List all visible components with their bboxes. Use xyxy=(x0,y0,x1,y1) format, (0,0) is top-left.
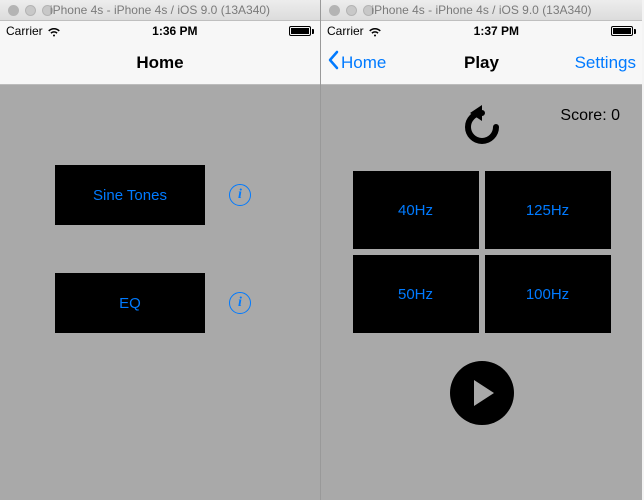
score-label: Score: 0 xyxy=(560,107,620,125)
frequency-grid: 40Hz 125Hz 50Hz 100Hz xyxy=(353,171,611,333)
play-content: Score: 0 40Hz 125Hz 50Hz 100Hz xyxy=(321,85,642,425)
mac-titlebar: iPhone 4s - iPhone 4s / iOS 9.0 (13A340) xyxy=(0,0,320,21)
clock: 1:37 PM xyxy=(474,24,519,38)
simulator-window-play: iPhone 4s - iPhone 4s / iOS 9.0 (13A340)… xyxy=(321,0,642,500)
freq-button-100hz[interactable]: 100Hz xyxy=(485,255,611,333)
chevron-left-icon xyxy=(327,50,339,75)
battery-icon xyxy=(611,26,636,36)
home-row-eq: EQ i xyxy=(55,273,320,333)
freq-button-40hz[interactable]: 40Hz xyxy=(353,171,479,249)
reload-icon[interactable] xyxy=(456,101,508,153)
home-content: Sine Tones i EQ i xyxy=(0,85,320,333)
play-button[interactable] xyxy=(450,361,514,425)
freq-button-125hz[interactable]: 125Hz xyxy=(485,171,611,249)
ios-statusbar: Carrier 1:37 PM xyxy=(321,21,642,41)
close-button[interactable] xyxy=(8,5,19,16)
eq-button[interactable]: EQ xyxy=(55,273,205,333)
close-button[interactable] xyxy=(329,5,340,16)
simulator-window-home: iPhone 4s - iPhone 4s / iOS 9.0 (13A340)… xyxy=(0,0,321,500)
navbar: Home Play Settings xyxy=(321,41,642,85)
freq-button-50hz[interactable]: 50Hz xyxy=(353,255,479,333)
battery-icon xyxy=(289,26,314,36)
play-triangle-icon xyxy=(474,380,494,406)
navbar: Home xyxy=(0,41,320,85)
back-label: Home xyxy=(341,53,386,73)
info-icon[interactable]: i xyxy=(229,292,251,314)
traffic-lights xyxy=(0,5,53,16)
reload-row: Score: 0 xyxy=(321,101,642,153)
carrier-label: Carrier xyxy=(6,24,43,38)
clock: 1:36 PM xyxy=(152,24,197,38)
carrier-label: Carrier xyxy=(327,24,364,38)
wifi-icon xyxy=(368,26,382,37)
zoom-button[interactable] xyxy=(363,5,374,16)
sine-tones-button[interactable]: Sine Tones xyxy=(55,165,205,225)
back-button[interactable]: Home xyxy=(327,50,386,75)
zoom-button[interactable] xyxy=(42,5,53,16)
settings-button[interactable]: Settings xyxy=(575,53,636,73)
page-title: Home xyxy=(0,53,320,73)
home-row-sine: Sine Tones i xyxy=(55,165,320,225)
minimize-button[interactable] xyxy=(25,5,36,16)
ios-statusbar: Carrier 1:36 PM xyxy=(0,21,320,41)
info-icon[interactable]: i xyxy=(229,184,251,206)
traffic-lights xyxy=(321,5,374,16)
mac-titlebar: iPhone 4s - iPhone 4s / iOS 9.0 (13A340) xyxy=(321,0,642,21)
minimize-button[interactable] xyxy=(346,5,357,16)
wifi-icon xyxy=(47,26,61,37)
